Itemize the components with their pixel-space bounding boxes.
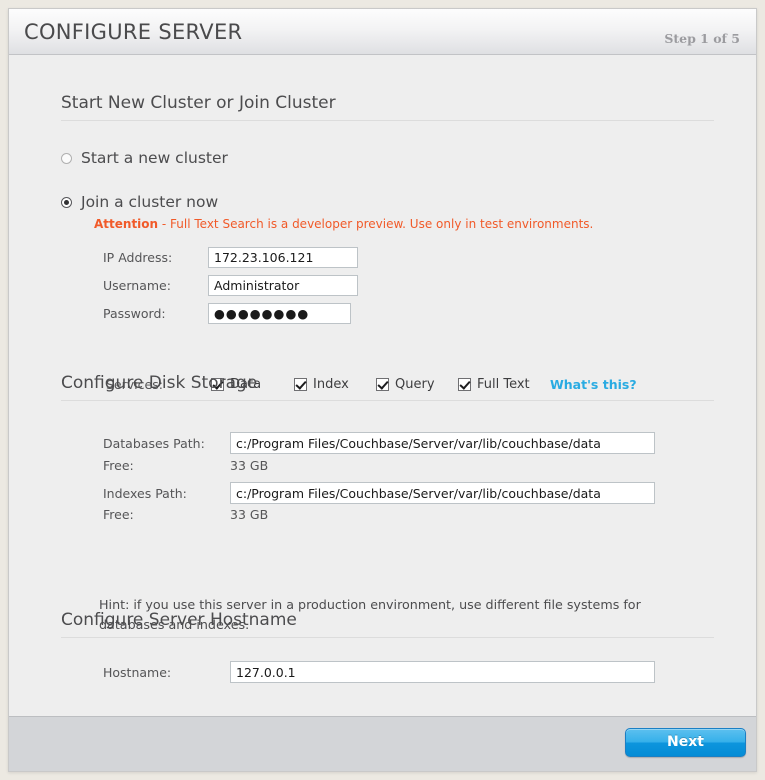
radio-start-new-cluster[interactable]: Start a new cluster: [61, 149, 228, 167]
input-password[interactable]: [208, 303, 351, 324]
cluster-section-heading: Start New Cluster or Join Cluster: [61, 93, 714, 121]
radio-icon-start-new-cluster[interactable]: [61, 152, 72, 164]
field-hostname: Hostname:: [103, 661, 655, 683]
input-indexes-path[interactable]: [230, 482, 655, 504]
label-username: Username:: [103, 278, 171, 293]
field-databases-path: Databases Path:: [103, 432, 655, 454]
label-databases-free: Free:: [103, 458, 134, 473]
field-password: Password:: [103, 303, 351, 324]
configure-server-panel: CONFIGURE SERVER Step 1 of 5 Start New C…: [8, 8, 757, 772]
input-ip-address[interactable]: [208, 247, 358, 268]
next-button[interactable]: Next: [625, 728, 746, 757]
label-password: Password:: [103, 306, 166, 321]
input-databases-path[interactable]: [230, 432, 655, 454]
wizard-step-indicator: Step 1 of 5: [664, 31, 740, 46]
row-databases-free: Free: 33 GB: [103, 458, 268, 473]
radio-label-join-cluster: Join a cluster now: [81, 193, 219, 211]
label-hostname: Hostname:: [103, 664, 172, 680]
disk-section-heading: Configure Disk Storage: [61, 373, 714, 401]
page-title: CONFIGURE SERVER: [24, 20, 243, 44]
label-databases-path: Databases Path:: [103, 435, 205, 451]
input-username[interactable]: [208, 275, 358, 296]
attention-prefix: Attention: [94, 217, 159, 231]
page-header: CONFIGURE SERVER Step 1 of 5: [9, 9, 756, 55]
field-indexes-path: Indexes Path:: [103, 482, 655, 504]
value-databases-free: 33 GB: [230, 458, 269, 473]
hostname-section-heading: Configure Server Hostname: [61, 610, 714, 638]
wizard-content: Start New Cluster or Join Cluster Start …: [9, 55, 756, 716]
label-indexes-free: Free:: [103, 507, 134, 522]
row-indexes-free: Free: 33 GB: [103, 507, 268, 522]
field-ip-address: IP Address:: [103, 247, 358, 268]
attention-notice: Attention - Full Text Search is a develo…: [94, 217, 593, 231]
attention-message: - Full Text Search is a developer previe…: [158, 217, 594, 231]
radio-label-start-new-cluster: Start a new cluster: [81, 149, 228, 167]
field-username: Username:: [103, 275, 358, 296]
label-ip-address: IP Address:: [103, 250, 173, 265]
label-indexes-path: Indexes Path:: [103, 485, 187, 501]
wizard-footer: Next: [9, 716, 756, 771]
radio-join-cluster[interactable]: Join a cluster now: [61, 193, 218, 211]
value-indexes-free: 33 GB: [230, 507, 269, 522]
input-hostname[interactable]: [230, 661, 655, 683]
radio-icon-join-cluster[interactable]: [61, 196, 72, 208]
